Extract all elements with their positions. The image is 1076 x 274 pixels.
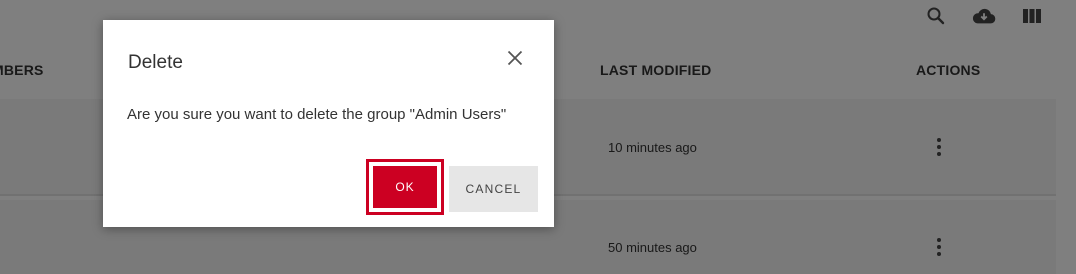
delete-dialog: Delete Are you sure you want to delete t… xyxy=(103,20,554,227)
dialog-title: Delete xyxy=(128,52,183,73)
ok-button[interactable]: OK xyxy=(373,166,437,208)
dialog-message: Are you sure you want to delete the grou… xyxy=(127,106,507,123)
close-icon[interactable] xyxy=(503,46,527,70)
groups-page: MBERS LAST MODIFIED ACTIONS 10 minutes a… xyxy=(0,0,1076,274)
ok-button-focus-ring: OK xyxy=(366,159,444,215)
cancel-button[interactable]: CANCEL xyxy=(449,166,538,212)
